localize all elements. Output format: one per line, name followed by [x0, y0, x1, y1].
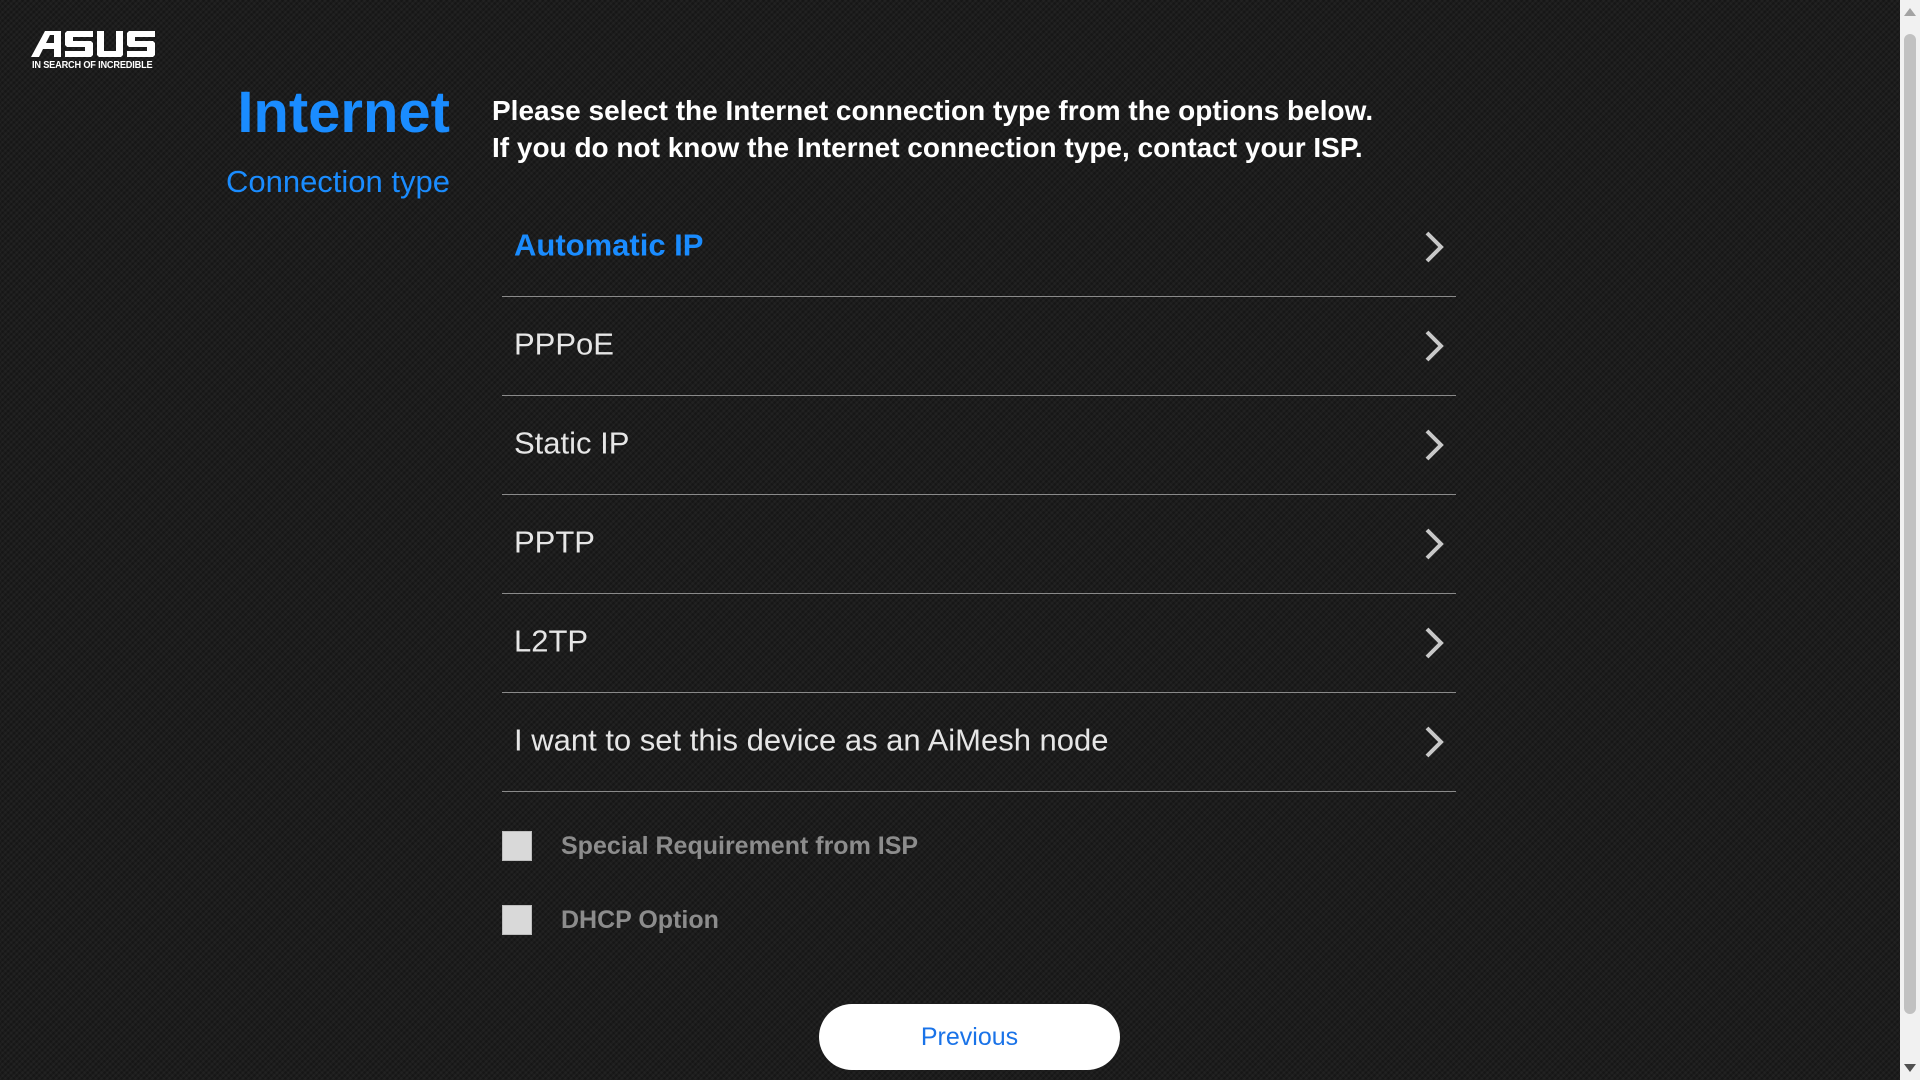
- option-pptp[interactable]: PPTP: [502, 495, 1456, 594]
- vertical-scrollbar[interactable]: [1900, 0, 1920, 1080]
- option-label: PPTP: [514, 524, 595, 560]
- title-block: Internet Connection type: [226, 78, 450, 200]
- option-static-ip[interactable]: Static IP: [502, 396, 1456, 495]
- chevron-right-icon: [1425, 231, 1444, 263]
- option-pppoe[interactable]: PPPoE: [502, 297, 1456, 396]
- dhcp-option-row[interactable]: DHCP Option: [502, 903, 719, 937]
- special-requirement-row[interactable]: Special Requirement from ISP: [502, 829, 918, 863]
- previous-button[interactable]: Previous: [819, 1004, 1120, 1070]
- option-l2tp[interactable]: L2TP: [502, 594, 1456, 693]
- asus-logo: IN SEARCH OF INCREDIBLE: [31, 30, 161, 74]
- option-label: Automatic IP: [514, 227, 704, 263]
- page-title: Internet: [237, 80, 450, 145]
- scroll-up-icon[interactable]: [1904, 8, 1916, 16]
- option-label: I want to set this device as an AiMesh n…: [514, 722, 1109, 758]
- scroll-down-icon[interactable]: [1904, 1064, 1916, 1072]
- chevron-right-icon: [1425, 726, 1444, 758]
- logo-tagline: IN SEARCH OF INCREDIBLE: [32, 60, 153, 71]
- scroll-thumb[interactable]: [1904, 34, 1916, 1014]
- instructions: Please select the Internet connection ty…: [492, 92, 1373, 166]
- asus-wordmark-icon: [31, 31, 155, 57]
- option-automatic-ip[interactable]: Automatic IP: [502, 198, 1456, 297]
- dhcp-option-label: DHCP Option: [561, 905, 719, 934]
- instructions-line-1: Please select the Internet connection ty…: [492, 95, 1374, 126]
- special-requirement-label: Special Requirement from ISP: [561, 831, 919, 860]
- instructions-line-2: If you do not know the Internet connecti…: [492, 132, 1363, 163]
- option-label: PPPoE: [514, 326, 614, 362]
- option-label: Static IP: [514, 425, 630, 461]
- option-label: L2TP: [514, 623, 589, 659]
- connection-type-list: Automatic IP PPPoE Static IP PPTP L2TP I…: [502, 198, 1456, 792]
- chevron-right-icon: [1425, 330, 1444, 362]
- chevron-right-icon: [1425, 528, 1444, 560]
- dhcp-option-checkbox[interactable]: [502, 905, 532, 935]
- setup-page: IN SEARCH OF INCREDIBLE Internet Connect…: [0, 0, 1900, 1080]
- special-requirement-checkbox[interactable]: [502, 831, 532, 861]
- chevron-right-icon: [1425, 429, 1444, 461]
- page-subtitle: Connection type: [225, 164, 450, 199]
- chevron-right-icon: [1425, 627, 1444, 659]
- option-aimesh-node[interactable]: I want to set this device as an AiMesh n…: [502, 693, 1456, 792]
